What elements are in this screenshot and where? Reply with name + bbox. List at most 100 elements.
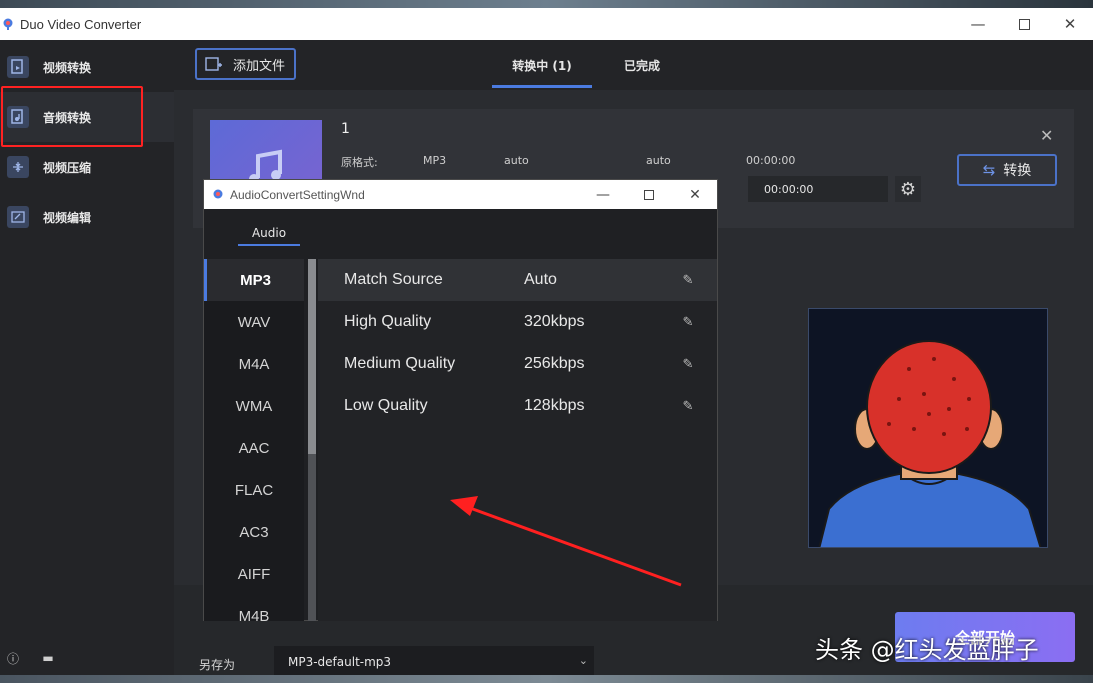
watermark-text: 头条 @红头发蓝胖子 <box>815 636 1039 664</box>
settings-button[interactable]: ⚙ <box>895 176 921 202</box>
format-item-wma[interactable]: WMA <box>204 385 304 427</box>
format-label: M4B <box>238 607 270 622</box>
quality-row-high[interactable]: High Quality 320kbps ✎ <box>318 301 717 343</box>
tab-audio-label: Audio <box>251 226 287 240</box>
format-label: AAC <box>238 439 270 457</box>
source-format: MP3 <box>423 154 447 167</box>
format-list-scrollbar[interactable] <box>308 259 316 621</box>
desktop-background-top <box>0 0 1093 8</box>
quality-row-match-source[interactable]: Match Source Auto ✎ <box>318 259 717 301</box>
quality-name: Match Source <box>344 271 443 288</box>
save-as-value: MP3-default-mp3 <box>288 655 392 669</box>
scrollbar-thumb[interactable] <box>308 259 316 454</box>
chevron-down-icon: ⌄ <box>578 654 588 667</box>
bitrate: auto <box>504 154 529 167</box>
edit-icon[interactable]: ✎ <box>680 314 696 330</box>
quality-panel: Match Source Auto ✎ High Quality 320kbps… <box>318 259 717 621</box>
dialog-title-bar: AudioConvertSettingWnd — ✕ <box>204 180 717 209</box>
format-item-flac[interactable]: FLAC <box>204 469 304 511</box>
close-button[interactable]: ✕ <box>1047 8 1093 40</box>
tab-converting-label: 转换中 (1) <box>512 58 572 73</box>
sidebar-item-video-edit[interactable]: 视频编辑 <box>0 192 174 242</box>
target-duration: 00:00:00 <box>764 182 814 196</box>
audio-convert-setting-dialog: AudioConvertSettingWnd — ✕ Audio MP3 WAV… <box>203 179 718 621</box>
save-as-select[interactable]: MP3-default-mp3 ⌄ <box>274 646 594 678</box>
edit-icon[interactable]: ✎ <box>680 356 696 372</box>
format-item-mp3[interactable]: MP3 <box>204 259 304 301</box>
maximize-icon <box>644 189 654 200</box>
close-icon: ✕ <box>689 186 701 203</box>
quality-name: Medium Quality <box>344 355 456 372</box>
format-label: AIFF <box>237 565 271 583</box>
quality-name: High Quality <box>344 313 432 330</box>
minimize-icon: — <box>970 15 986 33</box>
app-logo-icon <box>213 189 223 198</box>
top-header: 添加文件 转换中 (1) 已完成 <box>174 40 1093 90</box>
tab-completed[interactable]: 已完成 <box>602 40 682 90</box>
close-icon: ✕ <box>1063 15 1077 33</box>
file-name: 1 <box>341 121 350 137</box>
format-item-aiff[interactable]: AIFF <box>204 553 304 595</box>
tab-completed-label: 已完成 <box>623 58 660 73</box>
edit-icon[interactable]: ✎ <box>680 398 696 414</box>
info-icon[interactable]: ⓘ <box>3 648 23 668</box>
format-list: MP3 WAV M4A WMA AAC FLAC AC3 AIFF M4B <box>204 259 304 621</box>
edit-icon[interactable]: ✎ <box>680 272 696 288</box>
format-item-wav[interactable]: WAV <box>204 301 304 343</box>
convert-arrows-icon: ⇆ <box>982 161 996 179</box>
format-label: AC3 <box>239 523 269 541</box>
format-item-ac3[interactable]: AC3 <box>204 511 304 553</box>
dialog-maximize-button[interactable] <box>626 180 672 209</box>
format-label: WAV <box>237 313 271 331</box>
remove-file-icon[interactable]: ✕ <box>1040 126 1053 145</box>
format-item-m4b[interactable]: M4B <box>204 595 304 622</box>
convert-button[interactable]: ⇆ 转换 <box>957 154 1057 186</box>
dialog-minimize-button[interactable]: — <box>580 180 626 209</box>
tab-converting[interactable]: 转换中 (1) <box>492 40 592 90</box>
maximize-button[interactable] <box>1001 8 1047 40</box>
video-convert-icon <box>7 56 29 78</box>
app-logo-icon <box>3 18 13 30</box>
sidebar-item-label: 视频编辑 <box>43 210 92 225</box>
quality-value: 256kbps <box>524 355 585 372</box>
sidebar-item-label: 视频压缩 <box>43 160 92 175</box>
video-edit-icon <box>7 206 29 228</box>
format-label: M4A <box>238 355 270 373</box>
quality-name: Low Quality <box>344 397 428 414</box>
desktop-background-bottom <box>0 675 1093 683</box>
format-item-aac[interactable]: AAC <box>204 427 304 469</box>
format-item-m4a[interactable]: M4A <box>204 343 304 385</box>
minimize-button[interactable]: — <box>955 8 1001 40</box>
window-title: Duo Video Converter <box>20 16 142 32</box>
add-file-button[interactable]: 添加文件 <box>195 48 296 80</box>
video-compress-icon <box>7 156 29 178</box>
quality-value: 128kbps <box>524 397 585 414</box>
target-duration-field[interactable]: 00:00:00 <box>748 176 888 202</box>
title-bar: Duo Video Converter — ✕ <box>0 8 1093 40</box>
format-label: FLAC <box>234 481 274 499</box>
format-label: WMA <box>235 397 273 415</box>
gear-icon: ⚙ <box>899 178 917 200</box>
duration: 00:00:00 <box>746 154 796 167</box>
source-format-label: 原格式: <box>341 156 378 169</box>
quality-row-medium[interactable]: Medium Quality 256kbps ✎ <box>318 343 717 385</box>
maximize-icon <box>1018 18 1030 30</box>
sidebar-item-video-compress[interactable]: 视频压缩 <box>0 142 174 192</box>
feedback-icon[interactable]: ▬ <box>38 648 58 668</box>
minimize-icon: — <box>596 186 610 203</box>
tab-audio[interactable]: Audio <box>238 220 300 246</box>
dialog-close-button[interactable]: ✕ <box>672 180 718 209</box>
quality-value: 320kbps <box>524 313 585 330</box>
sidebar-item-video-convert[interactable]: 视频转换 <box>0 42 174 92</box>
add-file-label: 添加文件 <box>233 58 286 74</box>
save-as-label: 另存为 <box>199 658 236 672</box>
dialog-title: AudioConvertSettingWnd <box>230 187 365 202</box>
quality-value: Auto <box>524 271 557 288</box>
annotation-highlight-box <box>1 86 143 147</box>
convert-label: 转换 <box>1003 163 1032 179</box>
sidebar-item-label: 视频转换 <box>43 60 92 75</box>
format-label: MP3 <box>240 271 271 289</box>
preview-image <box>808 308 1048 548</box>
quality-row-low[interactable]: Low Quality 128kbps ✎ <box>318 385 717 427</box>
add-file-icon <box>205 57 222 71</box>
